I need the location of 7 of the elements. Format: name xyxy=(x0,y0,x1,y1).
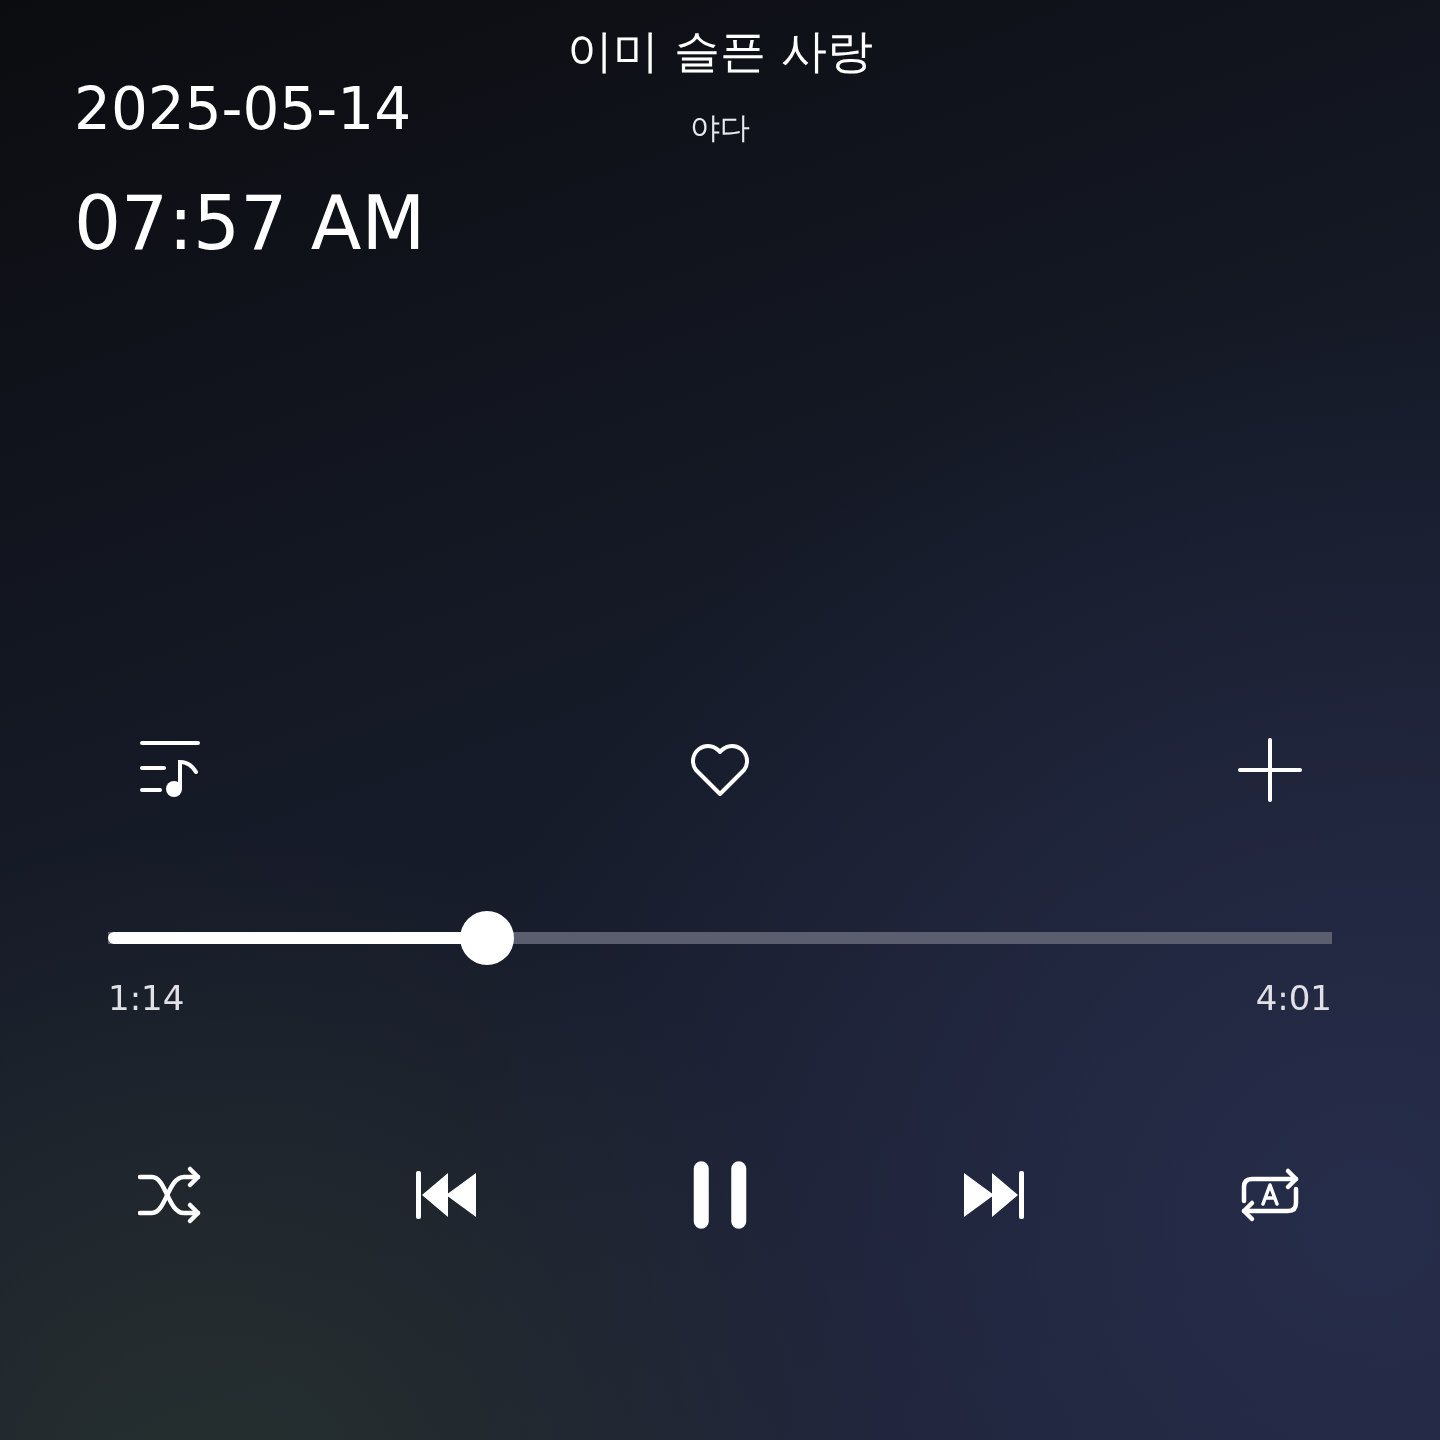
elapsed-time: 1:14 xyxy=(108,978,185,1018)
artist-name: 야다 xyxy=(690,110,750,144)
time-label: 07:57 AM xyxy=(74,186,426,260)
date-label: 2025-05-14 xyxy=(74,80,413,138)
song-title: 이미 슬픈 사랑 xyxy=(567,26,873,77)
add-icon[interactable] xyxy=(1238,738,1302,802)
total-duration: 4:01 xyxy=(1255,978,1332,1018)
